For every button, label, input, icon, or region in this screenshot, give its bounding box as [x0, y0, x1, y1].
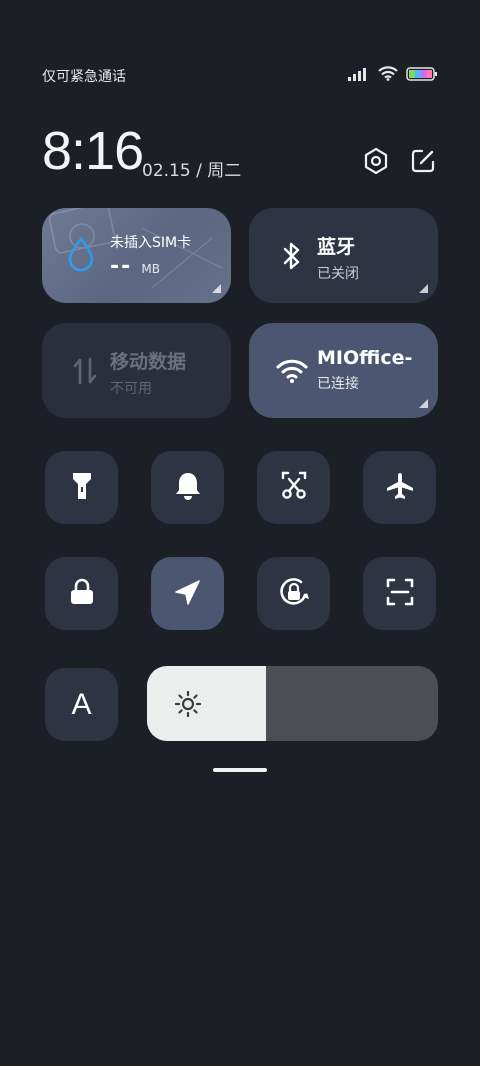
- location-toggle[interactable]: [151, 557, 224, 630]
- wifi-tile[interactable]: MIOffice- 已连接: [249, 323, 438, 418]
- carrier-text: 仅可紧急通话: [42, 69, 126, 85]
- wifi-icon: [378, 66, 398, 85]
- gear-icon: [363, 147, 389, 179]
- lock-icon: [69, 578, 95, 610]
- expand-corner-icon: [419, 399, 428, 408]
- signal-icon: [348, 66, 370, 85]
- bluetooth-tile[interactable]: 蓝牙 已关闭: [249, 208, 438, 303]
- bluetooth-title: 蓝牙: [317, 236, 356, 258]
- rotation-lock-toggle[interactable]: [257, 557, 330, 630]
- bluetooth-status: 已关闭: [317, 266, 359, 282]
- auto-brightness-button[interactable]: A: [45, 668, 118, 741]
- airplane-toggle[interactable]: [363, 451, 436, 524]
- scan-toggle[interactable]: [363, 557, 436, 630]
- drag-handle[interactable]: [213, 768, 267, 772]
- clock: 8:16: [42, 121, 144, 181]
- mobile-data-tile[interactable]: 移动数据 不可用: [42, 323, 231, 418]
- status-icons: [348, 66, 438, 85]
- bell-icon: [174, 471, 202, 505]
- screenshot-toggle[interactable]: [257, 451, 330, 524]
- bluetooth-text: 蓝牙 已关闭: [317, 232, 430, 283]
- flashlight-toggle[interactable]: [45, 451, 118, 524]
- brightness-fill: [147, 666, 267, 741]
- data-usage-unit: MB: [141, 262, 160, 276]
- data-usage-tile[interactable]: 未插入SIM卡 -- MB: [42, 208, 231, 303]
- airplane-icon: [385, 471, 415, 505]
- sun-icon: [174, 690, 202, 722]
- flashlight-icon: [71, 471, 93, 505]
- edit-button[interactable]: [408, 148, 438, 178]
- expand-corner-icon: [419, 284, 428, 293]
- data-usage-text: 未插入SIM卡 -- MB: [110, 232, 223, 279]
- battery-icon: [406, 66, 438, 85]
- wifi-text: MIOffice- 已连接: [317, 347, 430, 393]
- mobile-data-status: 不可用: [110, 381, 152, 397]
- lock-screen-toggle[interactable]: [45, 557, 118, 630]
- wifi-icon: [275, 353, 309, 389]
- rotation-lock-icon: [277, 575, 311, 613]
- scissors-icon: [280, 471, 308, 505]
- expand-corner-icon: [212, 284, 221, 293]
- wifi-status: 已连接: [317, 376, 359, 392]
- brightness-slider[interactable]: [147, 666, 438, 741]
- mobile-data-title: 移动数据: [110, 351, 187, 373]
- settings-button[interactable]: [361, 147, 391, 179]
- location-arrow-icon: [174, 578, 202, 610]
- sim-status: 未插入SIM卡: [110, 235, 192, 251]
- date: 02.15 / 周二: [142, 161, 242, 181]
- auto-brightness-label: A: [71, 687, 92, 721]
- data-arrows-icon: [68, 353, 102, 389]
- water-drop-icon: [64, 236, 98, 272]
- data-usage-value: --: [110, 254, 133, 279]
- mobile-data-text: 移动数据 不可用: [110, 347, 223, 398]
- scan-icon: [385, 577, 415, 611]
- wifi-network-name: MIOffice-: [317, 347, 413, 369]
- edit-icon: [410, 148, 436, 178]
- ringtone-toggle[interactable]: [151, 451, 224, 524]
- bluetooth-icon: [275, 238, 309, 274]
